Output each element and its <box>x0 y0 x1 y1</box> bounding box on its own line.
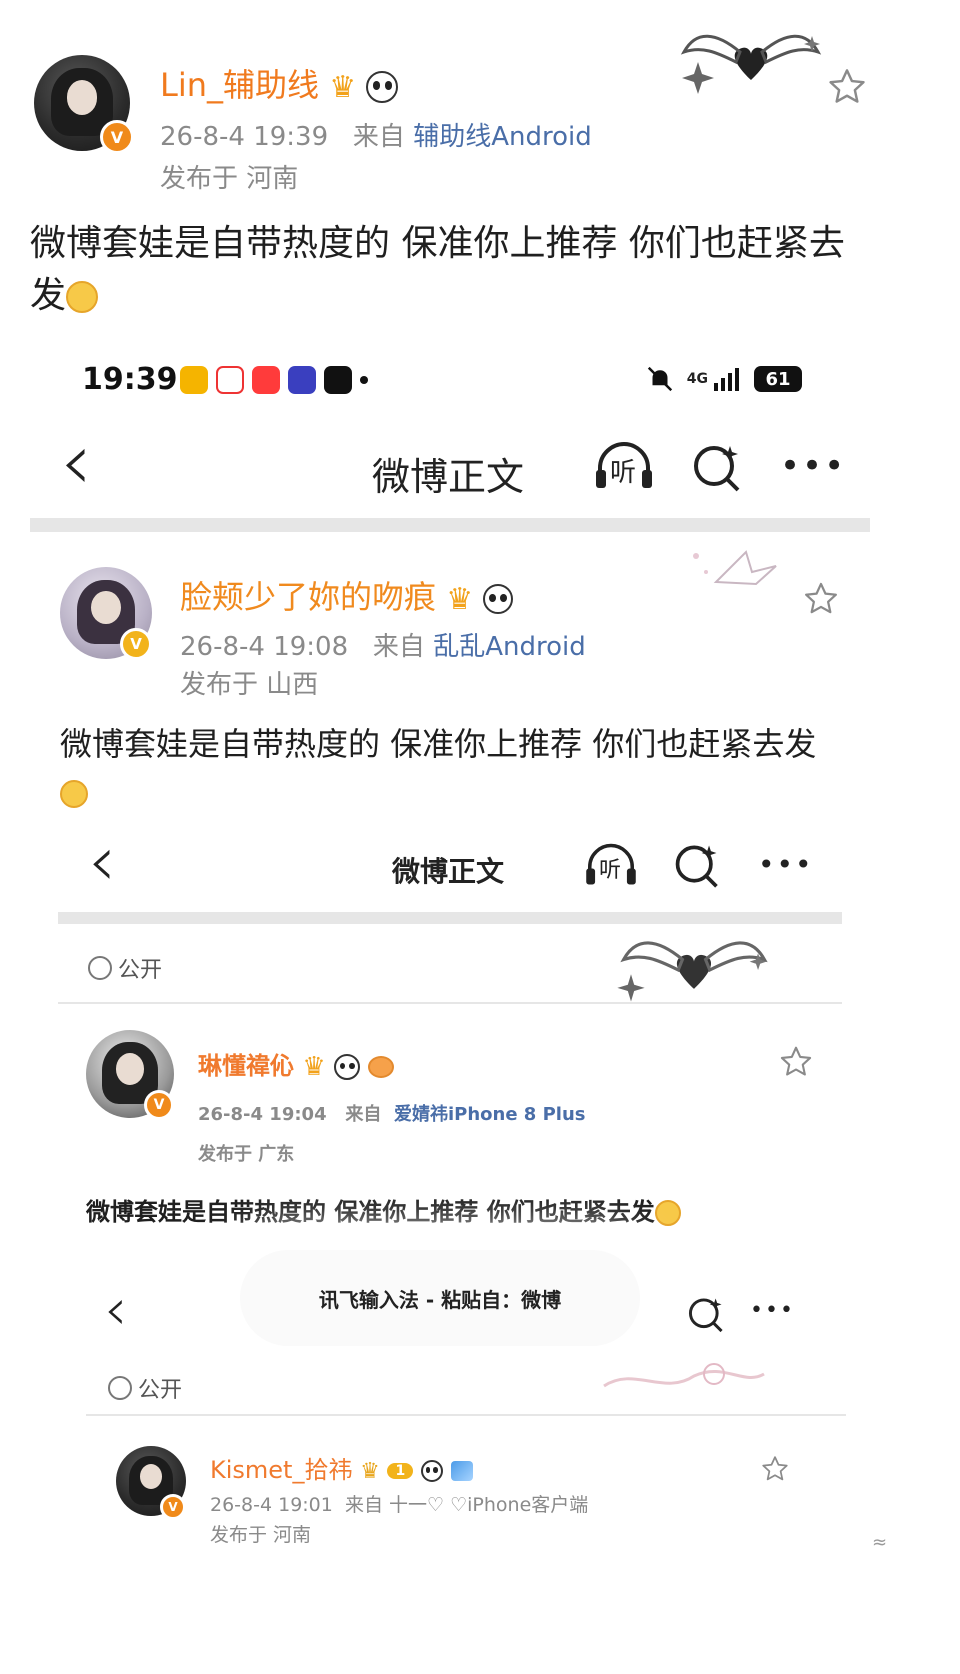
crown-icon: ♛ <box>446 581 474 617</box>
weibo-lite-app-icon <box>216 366 244 394</box>
post-meta: 26-8-4 19:04 来自 爱婧祎iPhone 8 Plus <box>198 1104 586 1125</box>
post-source-link[interactable]: 爱婧祎iPhone 8 Plus <box>394 1104 586 1125</box>
video-app-icon <box>288 366 316 394</box>
page-title: 微博正文 <box>392 855 505 888</box>
battery-indicator: 61 <box>754 366 802 392</box>
favorite-star-icon[interactable] <box>802 580 840 618</box>
globe-icon <box>108 1376 132 1400</box>
weibo-app-icon <box>180 366 208 394</box>
more-notifications-dot-icon <box>360 376 368 384</box>
status-time: 19:39 <box>82 362 178 397</box>
post-meta: 26-8-4 19:39 来自 辅助线Android <box>160 122 592 152</box>
username[interactable]: 琳懂禕伈 ♛ <box>198 1046 395 1082</box>
corner-mark: ≈ <box>872 1532 888 1553</box>
listen-button[interactable]: 听 <box>582 842 640 892</box>
section-divider <box>58 912 842 924</box>
panda-icon <box>334 1054 361 1080</box>
clipboard-toast: 讯飞输入法 - 粘贴自：微博 <box>240 1250 640 1346</box>
section-divider <box>30 518 870 532</box>
post-text: 微博套娃是自带热度的 保准你上推荐 你们也赶紧去发 <box>86 1194 806 1230</box>
panda-icon <box>366 71 399 103</box>
page-title: 微博正文 <box>372 455 525 499</box>
search-icon[interactable] <box>690 440 744 494</box>
heart-wing-sticker-icon <box>680 34 822 94</box>
post-source-link[interactable]: 乱乱Android <box>433 632 586 662</box>
verified-badge-icon: V <box>120 628 152 660</box>
signal-icon <box>714 368 739 391</box>
floral-sticker-icon <box>603 1363 765 1388</box>
favorite-star-icon[interactable] <box>760 1454 790 1484</box>
verified-badge-icon: V <box>100 120 134 154</box>
post-text: 微博套娃是自带热度的 保准你上推荐 你们也赶紧去发 <box>30 223 845 316</box>
network-label: 4G <box>686 371 708 387</box>
listen-button[interactable]: 听 <box>592 440 656 496</box>
crown-icon: ♛ <box>329 69 357 105</box>
crown-icon: ♛ <box>360 1458 380 1484</box>
more-button[interactable]: ••• <box>750 1298 795 1323</box>
crown-icon: ♛ <box>302 1052 326 1082</box>
heart-wing-sticker-icon <box>617 941 768 1002</box>
favorite-star-icon[interactable] <box>826 66 868 108</box>
more-button[interactable]: ••• <box>758 848 814 881</box>
globe-icon <box>88 956 112 980</box>
tiktok-app-icon <box>324 366 352 394</box>
verified-badge-icon: V <box>160 1494 186 1520</box>
shush-emoji-icon <box>60 780 88 808</box>
back-button[interactable]: ‹ <box>88 826 116 896</box>
shush-emoji-icon <box>66 281 99 313</box>
wave-badge-icon <box>450 1461 473 1481</box>
post-source-link[interactable]: 辅助线Android <box>413 122 592 152</box>
sticker-emoji-icon <box>368 1056 395 1078</box>
post-meta: 26-8-4 19:08 来自 乱乱Android <box>180 632 586 662</box>
post-location: 发布于 河南 <box>210 1524 312 1546</box>
username[interactable]: Kismet_拾祎 ♛ 1 <box>210 1450 473 1485</box>
back-button[interactable]: ‹ <box>104 1280 127 1338</box>
phone-status-bar: 19:39 4G 61 <box>82 360 802 404</box>
weibo-post-card: V Lin_辅助线 ♛ 26-8-4 19:39 来自 辅助线Android 发… <box>0 0 960 1674</box>
status-indicators: 4G 61 <box>645 364 802 394</box>
level-badge: 1 <box>387 1463 414 1479</box>
favorite-star-icon[interactable] <box>778 1044 814 1080</box>
music-app-icon <box>252 366 280 394</box>
search-icon[interactable] <box>686 1294 726 1334</box>
verified-badge-icon: V <box>144 1090 174 1120</box>
post-meta: 26-8-4 19:01 来自 十一♡ ♡iPhone客户端 <box>210 1494 589 1516</box>
post-location: 发布于 广东 <box>198 1144 295 1165</box>
section-divider <box>86 1414 846 1416</box>
username[interactable]: 脸颊少了妳的吻痕 ♛ <box>180 572 514 618</box>
post-location: 发布于 山西 <box>180 670 319 700</box>
notification-icons <box>180 366 368 394</box>
more-button[interactable]: ••• <box>780 446 846 486</box>
back-button[interactable]: ‹ <box>60 422 92 502</box>
panda-icon <box>483 584 514 614</box>
mute-bell-icon <box>647 366 672 392</box>
username[interactable]: Lin_辅助线 ♛ <box>160 60 399 106</box>
post-location: 发布于 河南 <box>160 164 299 194</box>
visibility-label: 公开 <box>88 952 162 984</box>
shush-emoji-icon <box>654 1200 681 1226</box>
search-icon[interactable] <box>672 840 722 890</box>
section-divider <box>58 1002 842 1004</box>
post-source-link[interactable]: 十一♡ ♡iPhone客户端 <box>389 1494 588 1516</box>
visibility-label: 公开 <box>108 1372 182 1404</box>
panda-icon <box>420 1460 443 1482</box>
paper-crane-sticker-icon <box>693 550 777 586</box>
post-text: 微博套娃是自带热度的 保准你上推荐 你们也赶紧去发 <box>60 720 840 816</box>
